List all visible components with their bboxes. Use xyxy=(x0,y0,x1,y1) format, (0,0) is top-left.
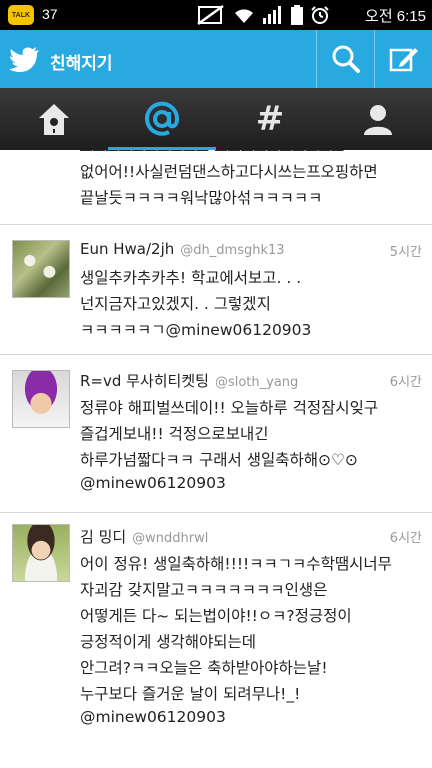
search-button[interactable] xyxy=(316,30,375,88)
page-title: 친해지기 xyxy=(50,54,113,74)
clock: 오전 6:15 xyxy=(365,8,426,25)
tweet-text-line: 없어어!!사실런덤댄스하고다시쓰는프오핑하면 xyxy=(80,163,378,181)
compose-icon xyxy=(389,48,418,72)
author-name: R=vd 무사히티켓팅 xyxy=(80,372,209,390)
tweet-text-line: 즐겁게보내!! 걱정으로보내긴 xyxy=(80,425,269,443)
tweet-text-line: 생일추카추카추! 학교에서보고. . . xyxy=(80,269,302,287)
tweet-text-line: 정류야 해피벌쓰데이!! 오늘하루 걱정잠시잊구 xyxy=(80,399,379,417)
tweet-text-line: 하루가넘짧다ㅋㅋ 구래서 생일축하해⊙♡⊙ xyxy=(80,451,358,469)
notification-count: 37 xyxy=(42,6,58,22)
tweet-text-line: 넌지금자고있겠지. . 그렇겠지 xyxy=(80,295,271,313)
tab-bar: # xyxy=(0,88,432,150)
tab-home[interactable] xyxy=(0,88,108,150)
tweet[interactable]: R=vd 무사히티켓팅 @sloth_yang 6시간 정류야 해피벌쓰데이!! … xyxy=(0,354,432,513)
tweet-author[interactable]: Eun Hwa/2jh @dh_dmsghk13 xyxy=(80,240,285,258)
home-birdhouse-icon xyxy=(39,104,69,135)
avatar[interactable] xyxy=(12,240,70,298)
tweet[interactable]: Eun Hwa/2jh @dh_dmsghk13 5시간 생일추카추카추! 학교에… xyxy=(0,224,432,355)
tweet[interactable]: 김 밍디 @wnddhrwl 6시간 어이 정유! 생일축하해!!!!ㅋㅋㄱㅋ수학… xyxy=(0,512,432,768)
tweet-text-line: ㅋㅋㅋㅋㅋㄱ@minew06120903 xyxy=(80,321,312,339)
wifi-icon xyxy=(235,9,253,23)
twitter-bird-icon[interactable] xyxy=(8,42,42,76)
tweet-text-line: 어떻게든 다~ 되는법이야!!ㅇㅋ?정긍정이 xyxy=(80,607,352,625)
app-bar: 친해지기 xyxy=(0,30,432,88)
search-icon xyxy=(332,45,360,73)
hash-icon: # xyxy=(255,99,285,139)
alarm-icon xyxy=(311,6,329,24)
status-icons xyxy=(196,4,330,26)
tweet-text-line: 끝날듯ㅋㅋㅋㅋ워낙많아섞ㅋㅋㅋㅋㅋ xyxy=(80,189,323,207)
compose-button[interactable] xyxy=(374,30,432,88)
kakaotalk-notification-icon: TALK xyxy=(8,5,34,25)
tweet-text-line: 누구보다 즐거운 날이 되려무나!_! xyxy=(80,685,301,703)
tab-profile[interactable] xyxy=(324,88,432,150)
author-handle: @sloth_yang xyxy=(214,375,299,390)
tweet-text-line: 긍정적이게 생각해야되는데 xyxy=(80,633,257,651)
tweet-text-line: 자괴감 갖지말고ㅋㅋㅋㅋㅋㅋㅋ인생은 xyxy=(80,581,328,599)
avatar[interactable] xyxy=(12,370,70,428)
tweet-author[interactable]: 김 밍디 @wnddhrwl xyxy=(80,526,208,547)
status-bar: TALK 37 오전 6:15 xyxy=(0,0,432,30)
no-signal-icon xyxy=(197,5,224,25)
tab-discover[interactable]: # xyxy=(216,88,324,150)
tweet[interactable]: ▄▄▄▄▄▄▄▄▄▄ ▄▄▄▄▄▄▄▄▄▄ ▄▄▄▄▄▄▄▄▄▄ ▄▄▄ 없어어… xyxy=(0,150,432,225)
tweet-text-line: @minew06120903 xyxy=(80,474,226,492)
tweet-author[interactable]: R=vd 무사히티켓팅 @sloth_yang xyxy=(80,370,298,391)
tweet-time: 6시간 xyxy=(389,531,422,546)
kakaotalk-label: TALK xyxy=(11,11,31,19)
author-name: Eun Hwa/2jh xyxy=(80,240,175,258)
author-handle: @dh_dmsghk13 xyxy=(180,243,285,258)
avatar[interactable] xyxy=(12,524,70,582)
clipped-text-line: ▄▄▄▄▄▄▄▄▄▄ ▄▄▄▄▄▄▄▄▄▄ ▄▄▄▄▄▄▄▄▄▄ ▄▄▄ xyxy=(80,150,410,152)
timeline[interactable]: ▄▄▄▄▄▄▄▄▄▄ ▄▄▄▄▄▄▄▄▄▄ ▄▄▄▄▄▄▄▄▄▄ ▄▄▄ 없어어… xyxy=(0,150,432,768)
tweet-text-line: @minew06120903 xyxy=(80,708,226,726)
at-icon xyxy=(145,101,180,136)
tweet-text-line: 안그려?ㅋㅋ오늘은 축하받아야하는날! xyxy=(80,659,328,677)
battery-icon xyxy=(291,5,303,25)
tweet-text-line: 어이 정유! 생일축하해!!!!ㅋㅋㄱㅋ수학땜시너무 xyxy=(80,555,392,573)
tweet-time: 6시간 xyxy=(389,375,422,390)
person-icon xyxy=(364,105,392,135)
author-handle: @wnddhrwl xyxy=(132,531,209,546)
author-name: 김 밍디 xyxy=(80,528,127,546)
tweet-time: 5시간 xyxy=(389,245,422,260)
tab-mentions[interactable] xyxy=(108,88,216,150)
signal-icon xyxy=(263,6,281,24)
